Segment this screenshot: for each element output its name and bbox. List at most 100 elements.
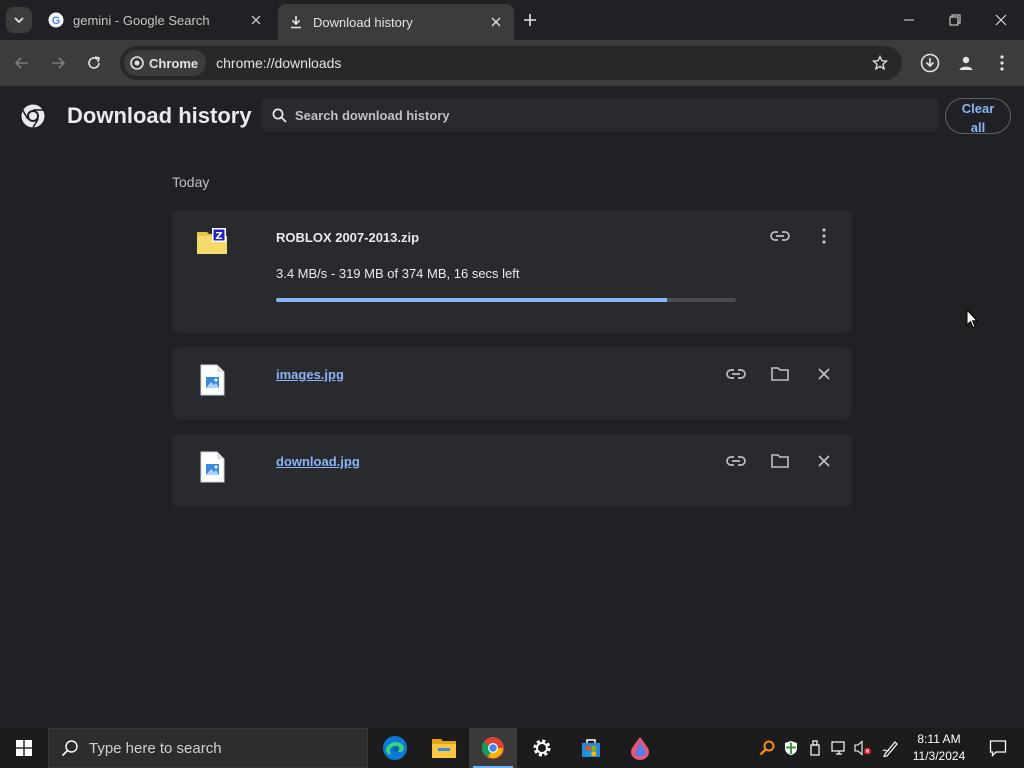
downloads-button[interactable] — [916, 49, 944, 77]
copy-link-button[interactable] — [722, 360, 750, 388]
notification-icon — [989, 740, 1007, 757]
volume-muted-icon — [854, 740, 871, 756]
search-input[interactable] — [295, 107, 895, 123]
folder-icon — [771, 367, 789, 381]
taskbar-store[interactable] — [567, 728, 615, 768]
new-tab-button[interactable] — [519, 9, 541, 31]
link-icon — [726, 456, 746, 466]
arrow-left-icon — [14, 57, 28, 69]
browser-toolbar: Chrome chrome://downloads — [0, 40, 1024, 86]
back-button[interactable] — [8, 49, 36, 77]
address-bar[interactable]: Chrome chrome://downloads — [120, 46, 902, 80]
search-icon — [272, 108, 287, 123]
forward-button[interactable] — [44, 49, 72, 77]
chevron-down-icon — [14, 17, 24, 24]
search-downloads[interactable] — [262, 98, 938, 132]
clock-time: 8:11 AM — [917, 732, 961, 746]
more-actions-button[interactable] — [810, 222, 838, 250]
close-window-button[interactable] — [978, 0, 1024, 40]
chrome-icon — [481, 737, 504, 759]
tab-title: gemini - Google Search — [73, 12, 210, 28]
close-icon — [818, 368, 830, 380]
star-icon — [872, 55, 888, 71]
restore-icon — [949, 14, 961, 26]
chrome-icon — [130, 56, 144, 70]
download-icon — [288, 14, 304, 30]
minimize-icon — [904, 19, 914, 21]
file-name-link[interactable]: images.jpg — [276, 367, 344, 382]
usb-icon — [810, 740, 820, 756]
bookmark-star-button[interactable] — [866, 49, 894, 77]
file-name-link[interactable]: download.jpg — [276, 454, 360, 469]
download-item: download.jpg — [172, 434, 852, 507]
search-icon — [61, 740, 78, 757]
taskbar-edge[interactable] — [371, 728, 419, 768]
page-title: Download history — [67, 103, 252, 128]
svg-text:G: G — [52, 15, 61, 27]
svg-text:Z: Z — [215, 231, 222, 242]
minimize-button[interactable] — [886, 0, 932, 40]
close-tab-icon[interactable] — [488, 14, 504, 30]
magnifier-icon — [759, 740, 775, 756]
notification-center-button[interactable] — [978, 728, 1018, 768]
taskbar-paint-app[interactable] — [616, 728, 664, 768]
clock-date: 11/3/2024 — [912, 749, 966, 763]
tab-gemini-search[interactable]: G gemini - Google Search — [38, 4, 274, 36]
remove-download-button[interactable] — [810, 447, 838, 475]
paint-drop-icon — [631, 737, 649, 760]
url-text[interactable]: chrome://downloads — [216, 55, 866, 71]
close-tab-icon[interactable] — [248, 12, 264, 28]
mouse-cursor-icon — [966, 309, 978, 329]
tab-search-button[interactable] — [6, 7, 32, 33]
edge-icon — [383, 736, 407, 760]
download-progress-bar — [276, 298, 736, 302]
show-in-folder-button[interactable] — [766, 447, 794, 475]
taskbar-search[interactable]: Type here to search — [48, 728, 368, 768]
arrow-right-icon — [52, 57, 66, 69]
image-file-icon — [200, 451, 225, 483]
tray-network[interactable] — [828, 728, 850, 768]
windows-logo-icon — [16, 740, 32, 756]
close-icon — [818, 455, 830, 467]
copy-link-button[interactable] — [722, 447, 750, 475]
taskbar-file-explorer[interactable] — [420, 728, 468, 768]
shield-icon — [785, 741, 797, 755]
google-icon: G — [48, 12, 64, 28]
tab-download-history[interactable]: Download history — [278, 4, 514, 40]
taskbar-clock[interactable]: 8:11 AM 11/3/2024 — [906, 731, 972, 765]
link-icon — [726, 369, 746, 379]
tray-volume[interactable] — [852, 728, 874, 768]
progress-fill — [276, 298, 667, 302]
person-icon — [959, 56, 973, 70]
date-heading: Today — [172, 174, 210, 190]
gear-icon — [533, 739, 551, 757]
reload-button[interactable] — [80, 49, 108, 77]
kebab-menu-icon — [822, 228, 826, 244]
tray-security[interactable] — [780, 728, 802, 768]
tray-usb[interactable] — [804, 728, 826, 768]
start-button[interactable] — [0, 728, 48, 768]
kebab-menu-icon — [1000, 55, 1004, 71]
link-icon — [770, 231, 790, 241]
copy-link-button[interactable] — [766, 222, 794, 250]
chip-label: Chrome — [149, 55, 199, 71]
taskbar-chrome[interactable] — [469, 728, 517, 768]
folder-icon — [771, 454, 789, 468]
show-in-folder-button[interactable] — [766, 360, 794, 388]
download-circle-icon — [920, 53, 940, 73]
restore-button[interactable] — [932, 0, 978, 40]
close-icon — [995, 14, 1007, 26]
taskbar-settings[interactable] — [518, 728, 566, 768]
site-info-chip[interactable]: Chrome — [124, 50, 207, 76]
tab-strip: G gemini - Google Search Download histor… — [0, 0, 1024, 40]
tray-search-app[interactable] — [756, 728, 778, 768]
plus-icon — [524, 14, 536, 26]
profile-button[interactable] — [952, 49, 980, 77]
file-name: ROBLOX 2007-2013.zip — [276, 230, 420, 245]
tray-pen[interactable] — [880, 728, 902, 768]
folder-icon — [432, 739, 456, 758]
pen-icon — [882, 741, 898, 757]
clear-all-button[interactable]: Clear all — [945, 98, 1011, 135]
remove-download-button[interactable] — [810, 360, 838, 388]
menu-button[interactable] — [988, 49, 1016, 77]
